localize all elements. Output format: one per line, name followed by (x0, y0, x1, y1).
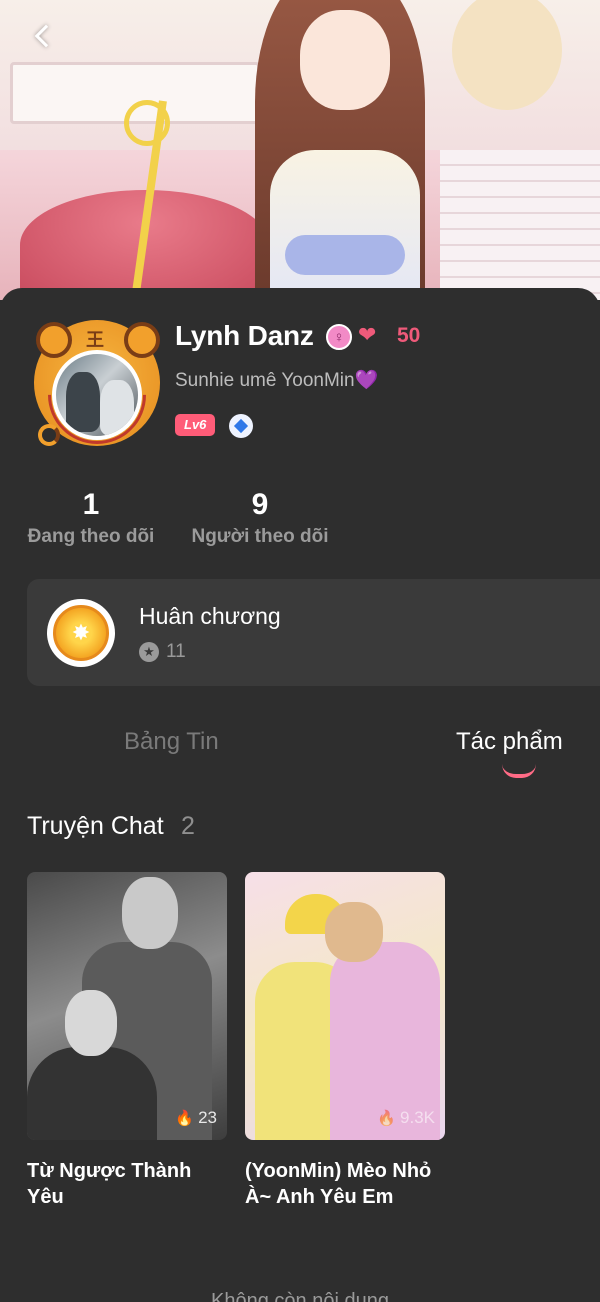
purple-heart-icon: 💜 (354, 370, 379, 391)
hearts-count: 50 (397, 324, 421, 347)
story-views-count: 23 (198, 1108, 217, 1127)
section-title: Truyện Chat (27, 812, 164, 840)
following-count: 1 (82, 488, 100, 521)
diamond-icon (229, 414, 253, 438)
section-count: 2 (181, 812, 195, 840)
level-badge: Lv6 (175, 414, 216, 436)
followers-label: Người theo dõi (191, 526, 329, 547)
followers-stat[interactable]: 9 Người theo dõi (190, 488, 330, 548)
tab-feed[interactable]: Bảng Tin (124, 728, 219, 756)
medals-count-row: ★ 11 (139, 641, 186, 663)
flame-icon: 🔥 (377, 1110, 397, 1127)
following-stat[interactable]: 1 Đang theo dõi (26, 488, 156, 548)
tab-works[interactable]: Tác phẩm (456, 728, 563, 756)
flame-icon: 🔥 (175, 1110, 195, 1127)
profile-page: 王 Lynh Danz ♀ ❤ 50 Sunhie umê YoonMin💜 L… (0, 0, 600, 1302)
story-cover-image: 🔥 23 (27, 872, 227, 1140)
star-icon: ★ (139, 642, 159, 662)
back-arrow-icon (34, 24, 58, 48)
end-of-content-text: Không còn nội dung (211, 1290, 389, 1302)
story-card[interactable]: 🔥 9.3K (YoonMin) Mèo Nhỏ À~ Anh Yêu Em (245, 872, 445, 1210)
story-views: 🔥 9.3K (377, 1108, 435, 1128)
back-button[interactable] (24, 18, 60, 54)
medals-count: 11 (166, 641, 186, 662)
following-label: Đang theo dõi (27, 526, 155, 547)
avatar[interactable]: 王 (27, 320, 167, 465)
female-icon: ♀ (326, 324, 352, 350)
hearts-icon: ❤ (358, 322, 377, 347)
profile-bio: Sunhie umê YoonMin💜 (175, 368, 378, 392)
story-views: 🔥 23 (175, 1108, 217, 1128)
story-cover-image: 🔥 9.3K (245, 872, 445, 1140)
story-card[interactable]: 🔥 23 Từ Ngược Thành Yêu (27, 872, 227, 1210)
profile-name: Lynh Danz (175, 320, 314, 351)
medals-card[interactable]: ✸ Huân chương ★ 11 (27, 579, 600, 686)
medal-icon: ✸ (47, 599, 115, 667)
story-title: Từ Ngược Thành Yêu (27, 1160, 192, 1208)
story-views-count: 9.3K (400, 1108, 435, 1127)
story-title: (YoonMin) Mèo Nhỏ À~ Anh Yêu Em (245, 1160, 432, 1208)
followers-count: 9 (251, 488, 269, 521)
bio-text: Sunhie umê YoonMin (175, 370, 355, 391)
profile-cover-image (0, 0, 600, 300)
medals-title: Huân chương (139, 603, 281, 629)
